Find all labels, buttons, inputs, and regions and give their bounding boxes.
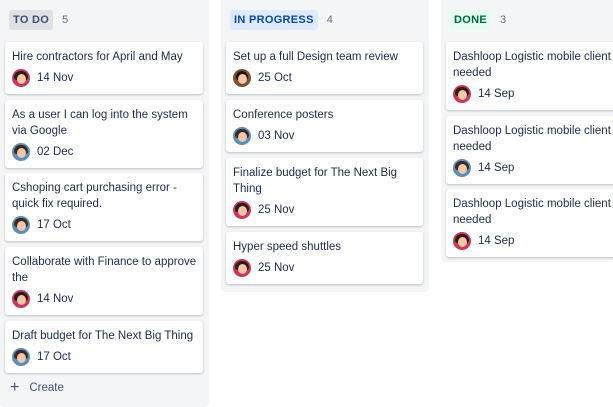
issue-card[interactable]: Draft budget for The Next Big Thing 17 O… [5,321,203,373]
column-count: 3 [499,14,507,26]
avatar [233,69,251,87]
card-title: Dashloop Logistic mobile client needed [453,125,611,153]
issue-card[interactable]: Dashloop Logistic mobile client needed 1… [446,189,613,257]
due-date: 17 Oct [37,351,71,363]
issue-card[interactable]: Dashloop Logistic mobile client needed 1… [446,116,613,184]
avatar [12,216,30,234]
issue-card[interactable]: Set up a full Design team review 25 Oct [226,42,423,94]
issue-card[interactable]: Collaborate with Finance to approve the … [5,247,203,315]
card-meta: 14 Sep [453,159,514,177]
plus-icon: + [10,379,20,396]
column-header-done: DONE 3 [450,10,506,30]
card-meta: 02 Dec [12,143,73,161]
avatar [233,127,251,145]
due-date: 25 Nov [258,262,295,274]
card-title: Hyper speed shuttles [233,241,342,253]
due-date: 17 Oct [37,219,71,231]
due-date: 14 Nov [37,293,74,305]
create-button[interactable]: + Create [10,380,64,396]
avatar [453,85,471,103]
column-title: DONE [450,10,491,30]
due-date: 25 Nov [258,204,295,216]
card-title: Finalize budget for The Next Big Thing [233,167,398,195]
card-meta: 17 Oct [12,216,71,234]
create-label: Create [29,382,64,394]
avatar [12,290,30,308]
avatar [453,159,471,177]
card-meta: 25 Nov [233,201,294,219]
due-date: 14 Sep [478,235,515,247]
column-title: IN PROGRESS [230,10,318,30]
due-date: 02 Dec [37,146,74,158]
card-meta: 14 Sep [453,232,514,250]
avatar [12,69,30,87]
column-header-todo: TO DO 5 [9,10,68,30]
card-title: As a user I can log into the system via … [12,109,188,137]
avatar [233,259,251,277]
avatar [12,143,30,161]
due-date: 14 Sep [478,162,515,174]
issue-card[interactable]: As a user I can log into the system via … [5,100,203,168]
card-title: Hire contractors for April and May [12,51,183,63]
due-date: 14 Nov [37,72,74,84]
card-title: Collaborate with Finance to approve the [12,256,197,284]
issue-card[interactable]: Cshoping cart purchasing error - quick f… [5,173,203,241]
card-title: Draft budget for The Next Big Thing [12,330,194,342]
column-title: TO DO [9,10,54,30]
card-meta: 14 Nov [12,69,73,87]
issue-card[interactable]: Hire contractors for April and May 14 No… [5,42,203,94]
column-count: 5 [62,14,69,26]
card-meta: 14 Nov [12,290,73,308]
column-count: 4 [326,14,333,26]
column-todo: TO DO 5 Hire contractors for April and M… [0,0,209,407]
column-header-inprogress: IN PROGRESS 4 [230,10,333,30]
card-title: Conference posters [233,109,334,121]
card-title: Dashloop Logistic mobile client needed [453,51,611,79]
column-inprogress: IN PROGRESS 4 Set up a full Design team … [221,0,429,292]
card-meta: 25 Nov [233,259,294,277]
card-title: Dashloop Logistic mobile client needed [453,198,611,226]
due-date: 03 Nov [258,130,295,142]
card-meta: 25 Oct [233,69,292,87]
column-done: DONE 3 Dashloop Logistic mobile client n… [441,0,613,262]
issue-card[interactable]: Conference posters 03 Nov [226,100,423,152]
avatar [233,201,251,219]
avatar [12,348,30,366]
avatar [453,232,471,250]
issue-card[interactable]: Hyper speed shuttles 25 Nov [226,232,423,284]
card-meta: 03 Nov [233,127,294,145]
card-title: Set up a full Design team review [233,51,398,63]
issue-card[interactable]: Finalize budget for The Next Big Thing 2… [226,158,423,226]
card-title: Cshoping cart purchasing error - quick f… [12,182,177,210]
card-meta: 14 Sep [453,85,514,103]
due-date: 25 Oct [258,72,292,84]
card-meta: 17 Oct [12,348,71,366]
due-date: 14 Sep [478,88,515,100]
issue-card[interactable]: Dashloop Logistic mobile client needed 1… [446,42,613,110]
